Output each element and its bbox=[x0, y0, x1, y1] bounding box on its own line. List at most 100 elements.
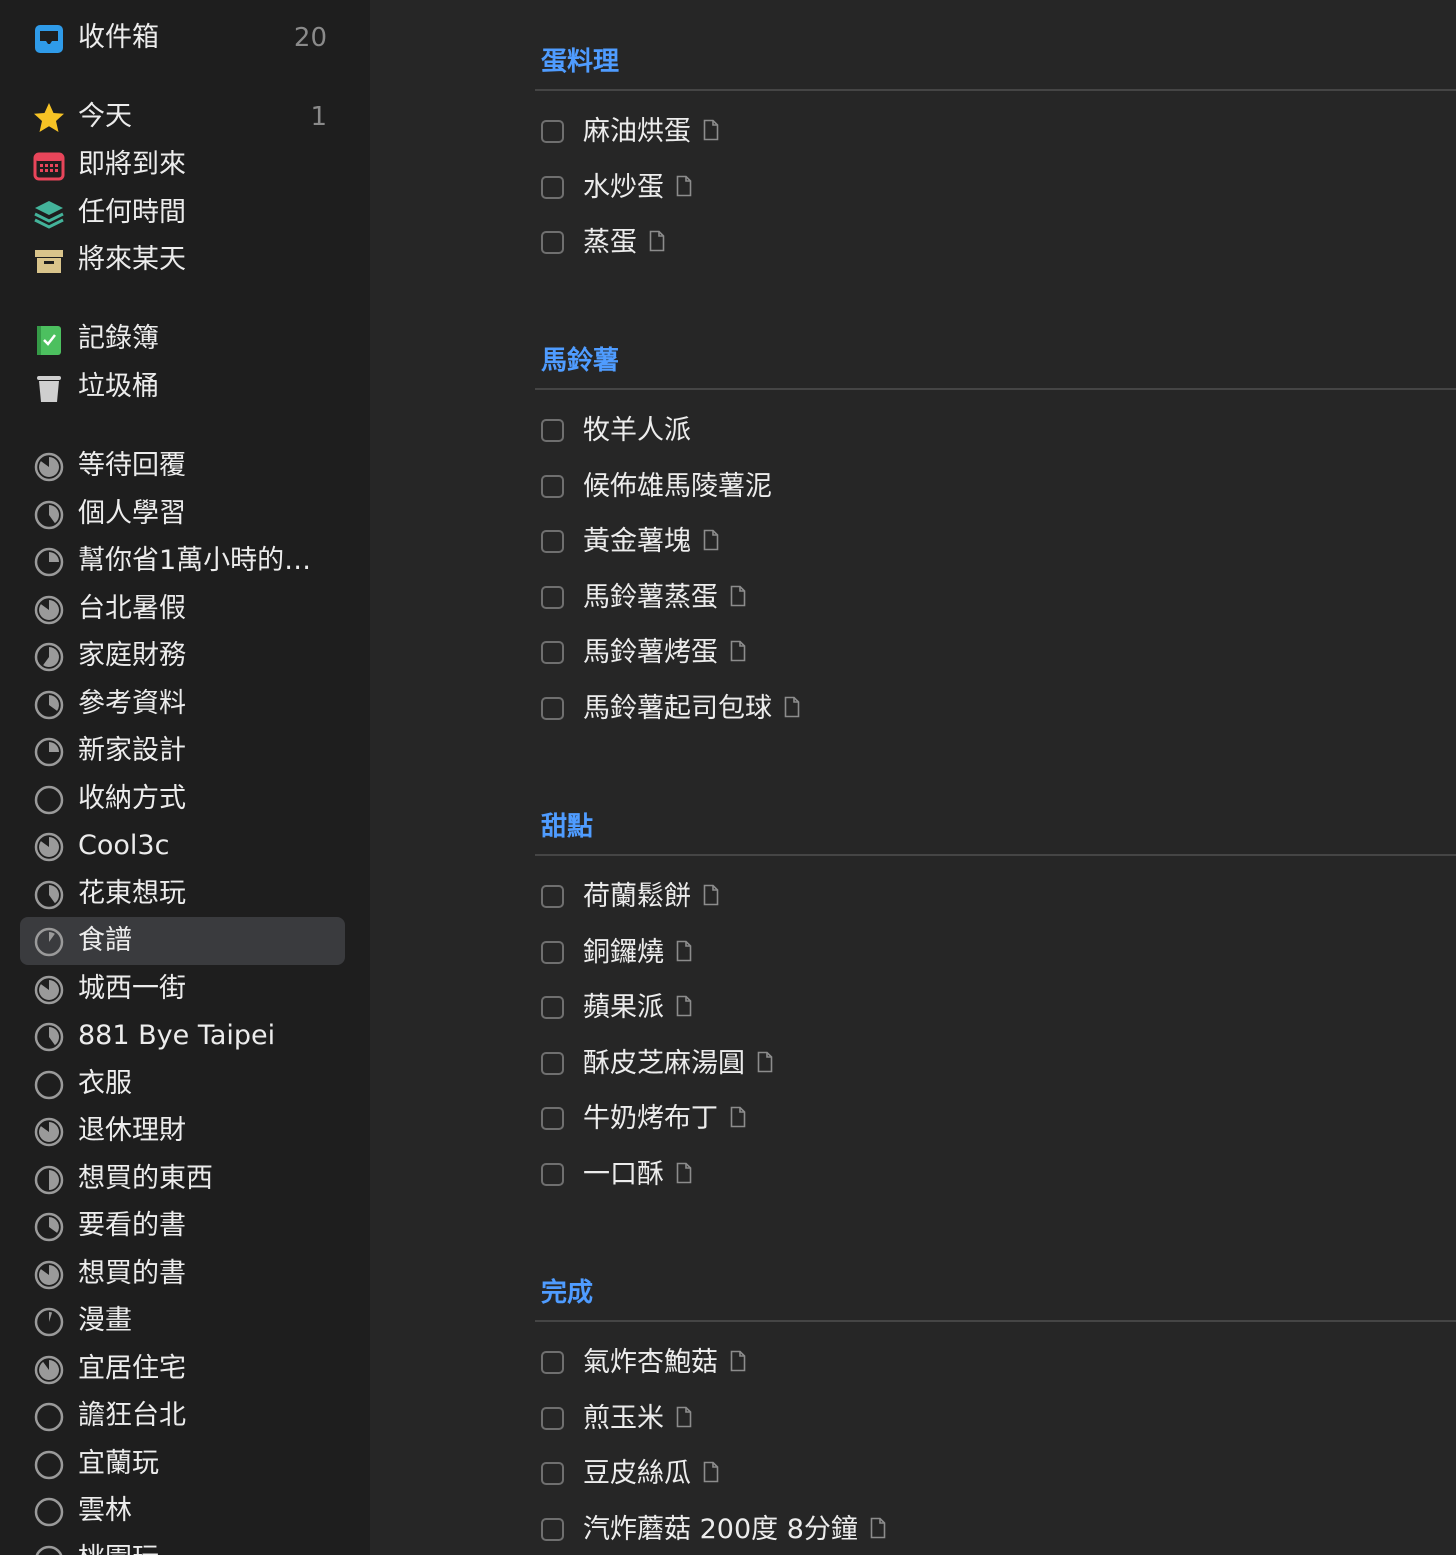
task-title-text: 牛奶烤布丁 bbox=[583, 1095, 746, 1143]
sidebar-item-upcoming[interactable]: 即將到來 bbox=[20, 141, 345, 189]
task-row[interactable]: 牛奶烤布丁 bbox=[535, 1095, 1435, 1143]
task-checkbox[interactable] bbox=[541, 1518, 564, 1541]
task-row[interactable]: 汽炸蘑菇 200度 8分鐘 bbox=[535, 1506, 1435, 1554]
sidebar-item-project[interactable]: 參考資料 bbox=[20, 680, 345, 728]
sidebar-item-trash[interactable]: 垃圾桶 bbox=[20, 363, 345, 411]
project-progress-icon bbox=[34, 595, 64, 625]
task-checkbox[interactable] bbox=[541, 586, 564, 609]
project-progress-icon bbox=[34, 690, 64, 720]
sidebar-item-project[interactable]: 新家設計 bbox=[20, 727, 345, 775]
sidebar-item-project[interactable]: 收納方式 bbox=[20, 775, 345, 823]
note-icon bbox=[757, 1051, 773, 1072]
sidebar-item-label: 想買的書 bbox=[78, 1258, 186, 1289]
task-row[interactable]: 馬鈴薯烤蛋 bbox=[535, 629, 1435, 677]
sidebar-item-project[interactable]: 雲林 bbox=[20, 1487, 345, 1535]
task-row[interactable]: 銅鑼燒 bbox=[535, 929, 1435, 977]
task-title: 一口酥 bbox=[583, 1159, 664, 1190]
sidebar-item-inbox[interactable]: 收件箱 20 bbox=[20, 14, 345, 62]
project-progress-icon bbox=[34, 880, 64, 910]
sidebar-item-today[interactable]: 今天 1 bbox=[20, 93, 345, 141]
task-checkbox[interactable] bbox=[541, 885, 564, 908]
sidebar-item-project[interactable]: Cool3c bbox=[20, 822, 345, 870]
section-heading[interactable]: 完成 bbox=[541, 1273, 593, 1313]
app-window: 收件箱 20 今天 1 即將到來 任何時間 將來某天 記錄簿 垃圾桶 等待回覆 … bbox=[0, 0, 1456, 1555]
sidebar-item-project[interactable]: 花東想玩 bbox=[20, 870, 345, 918]
task-title: 牛奶烤布丁 bbox=[583, 1103, 718, 1134]
sidebar-item-project[interactable]: 等待回覆 bbox=[20, 442, 345, 490]
sidebar-item-project[interactable]: 宜居住宅 bbox=[20, 1345, 345, 1393]
sidebar-item-project[interactable]: 想買的書 bbox=[20, 1250, 345, 1298]
task-checkbox[interactable] bbox=[541, 475, 564, 498]
task-checkbox[interactable] bbox=[541, 120, 564, 143]
sidebar-item-label: 新家設計 bbox=[78, 735, 186, 766]
task-row[interactable]: 馬鈴薯蒸蛋 bbox=[535, 574, 1435, 622]
sidebar-item-label: 退休理財 bbox=[78, 1115, 186, 1146]
task-row[interactable]: 氣炸杏鮑菇 bbox=[535, 1339, 1435, 1387]
task-row[interactable]: 蘋果派 bbox=[535, 984, 1435, 1032]
task-checkbox[interactable] bbox=[541, 1351, 564, 1374]
sidebar-item-label: 收件箱 bbox=[78, 22, 159, 53]
task-row[interactable]: 荷蘭鬆餅 bbox=[535, 873, 1435, 921]
sidebar-item-project[interactable]: 要看的書 bbox=[20, 1202, 345, 1250]
task-row[interactable]: 候佈雄馬陵薯泥 bbox=[535, 463, 1435, 511]
sidebar-item-project[interactable]: 城西一街 bbox=[20, 965, 345, 1013]
section-heading[interactable]: 馬鈴薯 bbox=[541, 341, 619, 381]
sidebar-item-project[interactable]: 想買的東西 bbox=[20, 1155, 345, 1203]
sidebar: 收件箱 20 今天 1 即將到來 任何時間 將來某天 記錄簿 垃圾桶 等待回覆 … bbox=[0, 0, 370, 1555]
sidebar-item-project[interactable]: 881 Bye Taipei bbox=[20, 1012, 345, 1060]
task-checkbox[interactable] bbox=[541, 231, 564, 254]
task-row[interactable]: 豆皮絲瓜 bbox=[535, 1450, 1435, 1498]
project-content: 蛋料理麻油烘蛋水炒蛋蒸蛋馬鈴薯牧羊人派候佈雄馬陵薯泥 黃金薯塊馬鈴薯蒸蛋馬鈴薯烤蛋… bbox=[370, 0, 1456, 1555]
task-row[interactable]: 煎玉米 bbox=[535, 1395, 1435, 1443]
task-row[interactable]: 一口酥 bbox=[535, 1151, 1435, 1199]
sidebar-item-someday[interactable]: 將來某天 bbox=[20, 236, 345, 284]
sidebar-item-anytime[interactable]: 任何時間 bbox=[20, 189, 345, 237]
section-divider bbox=[535, 388, 1456, 390]
task-title-text: 汽炸蘑菇 200度 8分鐘 bbox=[583, 1506, 886, 1554]
task-checkbox[interactable] bbox=[541, 1163, 564, 1186]
task-title: 豆皮絲瓜 bbox=[583, 1458, 691, 1489]
sidebar-item-project[interactable]: 食譜 bbox=[20, 917, 345, 965]
sidebar-item-project[interactable]: 個人學習 bbox=[20, 490, 345, 538]
archive-box-icon bbox=[35, 250, 63, 273]
sidebar-item-label: 台北暑假 bbox=[78, 593, 186, 624]
task-checkbox[interactable] bbox=[541, 176, 564, 199]
sidebar-item-project[interactable]: 桃園玩 bbox=[20, 1535, 345, 1555]
task-title: 麻油烘蛋 bbox=[583, 116, 691, 147]
task-row[interactable]: 黃金薯塊 bbox=[535, 518, 1435, 566]
trash-icon bbox=[37, 376, 61, 402]
sidebar-item-project[interactable]: 譫狂台北 bbox=[20, 1392, 345, 1440]
section-heading[interactable]: 甜點 bbox=[541, 807, 593, 847]
task-checkbox[interactable] bbox=[541, 1052, 564, 1075]
sidebar-item-project[interactable]: 漫畫 bbox=[20, 1297, 345, 1345]
sidebar-item-project[interactable]: 幫你省1萬小時的… bbox=[20, 537, 345, 585]
note-icon bbox=[784, 696, 800, 717]
task-row[interactable]: 酥皮芝麻湯圓 bbox=[535, 1040, 1435, 1088]
task-checkbox[interactable] bbox=[541, 697, 564, 720]
sidebar-item-project[interactable]: 台北暑假 bbox=[20, 585, 345, 633]
note-icon bbox=[676, 1406, 692, 1427]
task-checkbox[interactable] bbox=[541, 1107, 564, 1130]
task-title-text: 氣炸杏鮑菇 bbox=[583, 1339, 746, 1387]
task-checkbox[interactable] bbox=[541, 1462, 564, 1485]
task-row[interactable]: 蒸蛋 bbox=[535, 219, 1435, 267]
section-heading[interactable]: 蛋料理 bbox=[541, 42, 619, 82]
task-row[interactable]: 水炒蛋 bbox=[535, 164, 1435, 212]
task-checkbox[interactable] bbox=[541, 941, 564, 964]
sidebar-item-project[interactable]: 退休理財 bbox=[20, 1107, 345, 1155]
task-checkbox[interactable] bbox=[541, 1407, 564, 1430]
task-title: 氣炸杏鮑菇 bbox=[583, 1347, 718, 1378]
sidebar-item-project[interactable]: 衣服 bbox=[20, 1060, 345, 1108]
task-checkbox[interactable] bbox=[541, 419, 564, 442]
project-progress-icon bbox=[34, 1022, 64, 1052]
sidebar-item-project[interactable]: 家庭財務 bbox=[20, 632, 345, 680]
task-row[interactable]: 牧羊人派 bbox=[535, 407, 1435, 455]
task-checkbox[interactable] bbox=[541, 996, 564, 1019]
task-checkbox[interactable] bbox=[541, 530, 564, 553]
task-row[interactable]: 馬鈴薯起司包球 bbox=[535, 685, 1435, 733]
star-icon bbox=[34, 103, 64, 132]
sidebar-item-project[interactable]: 宜蘭玩 bbox=[20, 1440, 345, 1488]
task-row[interactable]: 麻油烘蛋 bbox=[535, 108, 1435, 156]
task-checkbox[interactable] bbox=[541, 641, 564, 664]
sidebar-item-logbook[interactable]: 記錄簿 bbox=[20, 315, 345, 363]
